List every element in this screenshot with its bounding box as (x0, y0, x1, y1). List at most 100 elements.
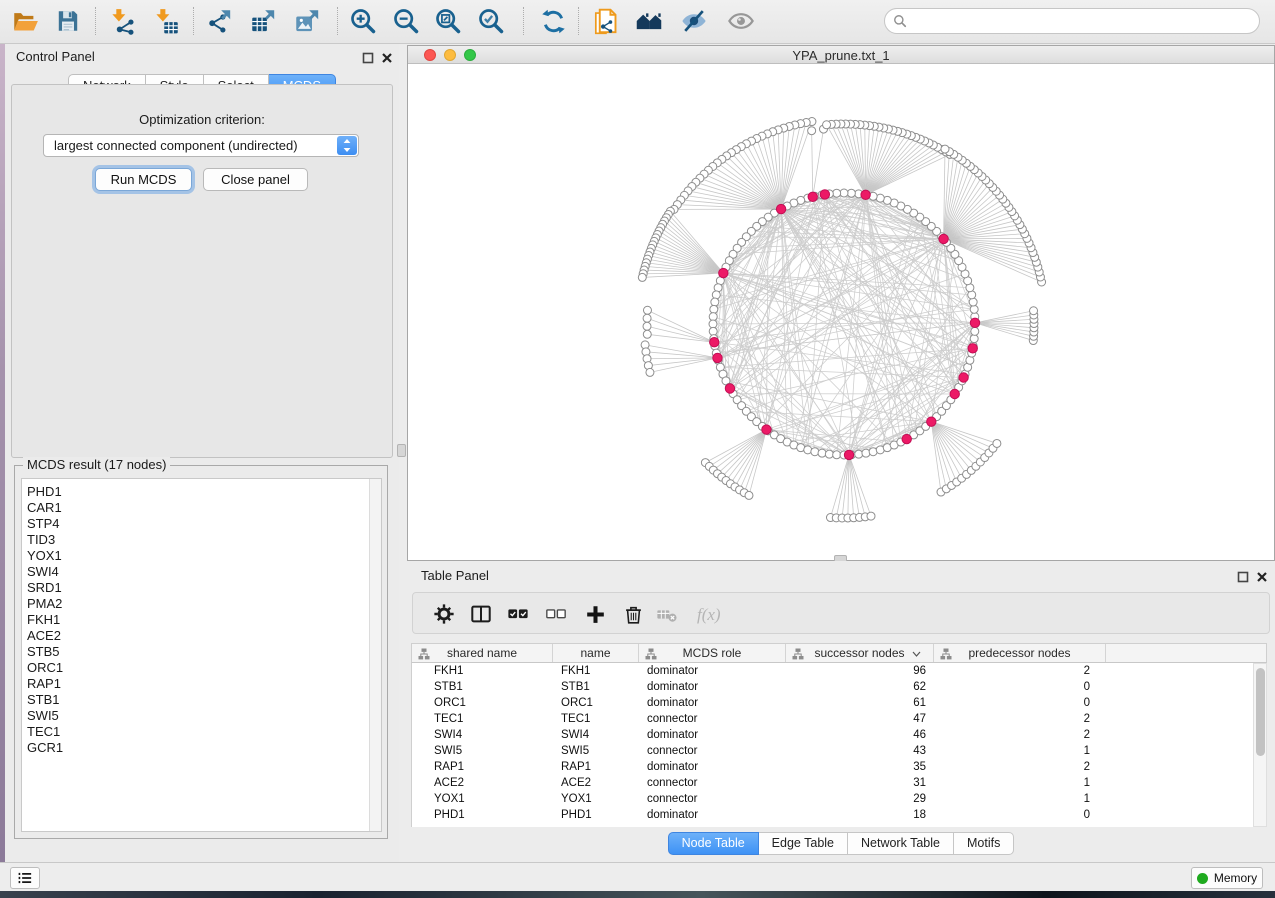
column-header-label: predecessor nodes (968, 646, 1070, 660)
table-row[interactable]: TEC1TEC1connector472 (412, 711, 1253, 727)
mcds-result-item[interactable]: SWI5 (27, 708, 381, 724)
tab-edge-table[interactable]: Edge Table (759, 832, 848, 855)
zoom-out-icon (392, 7, 420, 35)
table-row[interactable]: RAP1RAP1dominator352 (412, 759, 1253, 775)
share-document-button[interactable] (588, 3, 624, 39)
mcds-result-item[interactable]: RAP1 (27, 676, 381, 692)
close-panel-icon[interactable] (381, 51, 393, 63)
select-all-button[interactable] (506, 602, 530, 626)
table-row[interactable]: STB1STB1dominator620 (412, 679, 1253, 695)
open-file-button[interactable] (7, 3, 43, 39)
table-scrollbar-thumb[interactable] (1256, 668, 1265, 756)
import-table-button[interactable] (148, 3, 184, 39)
mcds-result-item[interactable]: YOX1 (27, 548, 381, 564)
mcds-result-item[interactable]: TEC1 (27, 724, 381, 740)
table-cell-successor-nodes: 47 (786, 713, 934, 725)
float-table-panel-icon[interactable] (1237, 570, 1249, 582)
table-cell-successor-nodes: 61 (786, 697, 934, 709)
column-header-predecessor-nodes[interactable]: predecessor nodes (934, 644, 1106, 662)
horizontal-splitter-grip[interactable] (397, 444, 406, 457)
table-row[interactable]: PHD1PHD1dominator180 (412, 807, 1253, 823)
show-graphics-details-button[interactable] (723, 3, 759, 39)
table-scrollbar[interactable] (1253, 663, 1267, 827)
zoom-out-button[interactable] (388, 3, 424, 39)
control-panel-title: Control Panel (16, 49, 95, 64)
mcds-result-item[interactable]: STB5 (27, 644, 381, 660)
column-header-successor-nodes[interactable]: successor nodes (786, 644, 934, 662)
table-options-button[interactable] (432, 602, 456, 626)
table-cell-mcds-role: dominator (639, 681, 786, 693)
mcds-result-item[interactable]: CAR1 (27, 500, 381, 516)
create-column-button[interactable] (583, 602, 607, 626)
table-row[interactable]: ORC1ORC1dominator610 (412, 695, 1253, 711)
mcds-result-item[interactable]: ACE2 (27, 628, 381, 644)
apply-layout-button[interactable] (535, 3, 571, 39)
deselect-all-icon (545, 603, 567, 625)
network-canvas[interactable] (408, 64, 1274, 560)
deselect-all-button[interactable] (544, 602, 568, 626)
column-header-mcds-role[interactable]: MCDS role (639, 644, 786, 662)
table-cell-shared-name: SWI4 (412, 729, 553, 741)
tab-node-table[interactable]: Node Table (668, 832, 759, 855)
network-window-titlebar[interactable]: YPA_prune.txt_1 (408, 46, 1274, 64)
column-header-label: MCDS role (683, 646, 742, 660)
network-column-icon (940, 648, 952, 660)
import-network-button[interactable] (104, 3, 140, 39)
table-cell-predecessor-nodes: 2 (934, 713, 1106, 725)
close-panel-button[interactable]: Close panel (203, 168, 308, 191)
table-row[interactable]: FKH1FKH1dominator962 (412, 663, 1253, 679)
table-cell-mcds-role: connector (639, 777, 786, 789)
mcds-result-item[interactable]: SWI4 (27, 564, 381, 580)
plus-icon (585, 604, 606, 625)
mcds-result-item[interactable]: GCR1 (27, 740, 381, 756)
mcds-list-scrollbar[interactable] (369, 479, 381, 831)
search-input[interactable] (907, 11, 1259, 31)
column-header-label: successor nodes (814, 646, 904, 660)
mcds-result-item[interactable]: TID3 (27, 532, 381, 548)
export-table-button[interactable] (245, 3, 281, 39)
table-cell-shared-name: YOX1 (412, 793, 553, 805)
tab-network-table[interactable]: Network Table (848, 832, 954, 855)
export-image-icon (294, 8, 321, 35)
mcds-result-item[interactable]: FKH1 (27, 612, 381, 628)
zoom-selected-button[interactable] (473, 3, 509, 39)
save-session-button[interactable] (50, 3, 86, 39)
houses-button[interactable] (631, 3, 667, 39)
run-mcds-button[interactable]: Run MCDS (95, 168, 192, 191)
zoom-in-button[interactable] (345, 3, 381, 39)
table-row[interactable]: SWI4SWI4dominator462 (412, 727, 1253, 743)
mcds-result-item[interactable]: SRD1 (27, 580, 381, 596)
column-header-name[interactable]: name (553, 644, 639, 662)
function-icon: f(x) (695, 602, 729, 626)
column-header-label: name (580, 646, 610, 660)
table-cell-name: PHD1 (553, 809, 639, 821)
mcds-result-item[interactable]: STB1 (27, 692, 381, 708)
table-cell-shared-name: SWI5 (412, 745, 553, 757)
optimization-criterion-dropdown[interactable]: largest connected component (undirected) (43, 134, 359, 157)
network-view-window: YPA_prune.txt_1 (407, 45, 1275, 561)
column-header-shared-name[interactable]: shared name (412, 644, 553, 662)
mcds-result-item[interactable]: STP4 (27, 516, 381, 532)
table-row[interactable]: SWI5SWI5connector431 (412, 743, 1253, 759)
mcds-result-item[interactable]: PHD1 (27, 484, 381, 500)
mcds-result-item[interactable]: ORC1 (27, 660, 381, 676)
table-row[interactable]: YOX1YOX1connector291 (412, 791, 1253, 807)
delete-column-button[interactable] (621, 602, 645, 626)
mcds-result-list[interactable]: PHD1CAR1STP4TID3YOX1SWI4SRD1PMA2FKH1ACE2… (21, 478, 382, 832)
mcds-result-item[interactable]: PMA2 (27, 596, 381, 612)
zoom-fit-button[interactable] (430, 3, 466, 39)
table-cell-successor-nodes: 31 (786, 777, 934, 789)
float-panel-icon[interactable] (362, 51, 374, 63)
export-network-button[interactable] (201, 3, 237, 39)
search-box[interactable] (884, 8, 1260, 34)
delete-table-icon (656, 603, 678, 625)
task-history-button[interactable] (10, 867, 40, 889)
tab-motifs[interactable]: Motifs (954, 832, 1014, 855)
hide-graphics-details-button[interactable] (676, 3, 712, 39)
show-columns-button[interactable] (469, 602, 493, 626)
export-image-button[interactable] (289, 3, 325, 39)
table-cell-successor-nodes: 46 (786, 729, 934, 741)
table-row[interactable]: ACE2ACE2connector311 (412, 775, 1253, 791)
memory-button[interactable]: Memory (1191, 867, 1263, 889)
close-table-panel-icon[interactable] (1256, 570, 1268, 582)
